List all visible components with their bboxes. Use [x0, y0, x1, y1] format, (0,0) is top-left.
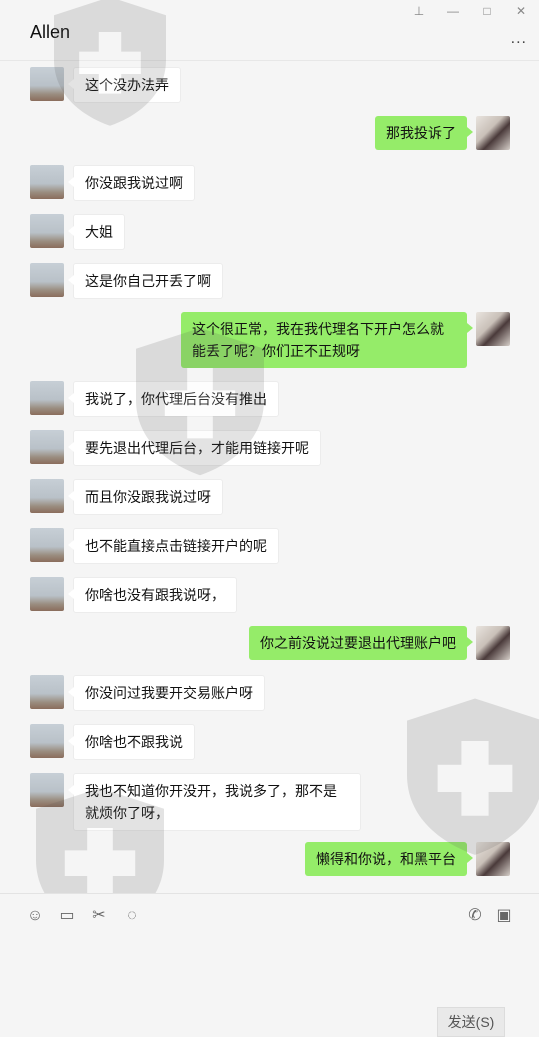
- avatar[interactable]: [30, 67, 64, 101]
- message-bubble[interactable]: 那我投诉了: [375, 116, 473, 150]
- avatar[interactable]: [30, 724, 64, 758]
- avatar[interactable]: [30, 479, 64, 513]
- message-incoming: 大姐: [30, 214, 125, 250]
- avatar[interactable]: [30, 214, 64, 248]
- message-bubble[interactable]: 也不能直接点击链接开户的呢: [68, 528, 279, 564]
- message-outgoing: 懒得和你说，和黑平台: [305, 842, 510, 876]
- message-bubble[interactable]: 你啥也没有跟我说呀，: [68, 577, 237, 613]
- avatar[interactable]: [30, 675, 64, 709]
- avatar[interactable]: [30, 528, 64, 562]
- more-button[interactable]: ...: [511, 30, 527, 48]
- avatar[interactable]: [30, 430, 64, 464]
- contact-name: Allen: [30, 22, 71, 42]
- message-bubble[interactable]: 这个很正常，我在我代理名下开户怎么就能丢了呢？你们正不正规呀: [181, 312, 473, 368]
- message-bubble[interactable]: 你没问过我要开交易账户呀: [68, 675, 265, 711]
- message-bubble[interactable]: 你之前没说过要退出代理账户吧: [249, 626, 473, 660]
- message-bubble[interactable]: 我也不知道你开没开，我说多了，那不是就烦你了呀，: [68, 773, 361, 831]
- message-incoming: 你啥也没有跟我说呀，: [30, 577, 237, 613]
- folder-icon[interactable]: ▭: [57, 906, 77, 926]
- message-incoming: 我说了，你代理后台没有推出: [30, 381, 279, 417]
- send-button[interactable]: 发送(S): [437, 1007, 505, 1037]
- message-outgoing: 那我投诉了: [375, 116, 510, 150]
- avatar[interactable]: [476, 842, 510, 876]
- avatar[interactable]: [30, 577, 64, 611]
- message-incoming: 要先退出代理后台，才能用链接开呢: [30, 430, 321, 466]
- message-bubble[interactable]: 大姐: [68, 214, 125, 250]
- title-bar: Allen ⊥ — □ ✕ ...: [0, 0, 539, 61]
- close-icon[interactable]: ✕: [513, 4, 529, 18]
- avatar[interactable]: [476, 626, 510, 660]
- emoji-icon[interactable]: ☺: [25, 906, 45, 926]
- minimize-icon[interactable]: —: [445, 4, 461, 18]
- message-bubble[interactable]: 这是你自己开丢了啊: [68, 263, 223, 299]
- message-outgoing: 你之前没说过要退出代理账户吧: [249, 626, 510, 660]
- avatar[interactable]: [476, 116, 510, 150]
- message-bubble[interactable]: 你啥也不跟我说: [68, 724, 195, 760]
- window-controls: ⊥ — □ ✕: [411, 4, 529, 18]
- message-bubble[interactable]: 这个没办法弄: [68, 67, 181, 103]
- scissors-icon[interactable]: ✂: [89, 906, 109, 926]
- phone-icon[interactable]: ✆: [465, 906, 485, 926]
- message-incoming: 我也不知道你开没开，我说多了，那不是就烦你了呀，: [30, 773, 361, 831]
- avatar[interactable]: [476, 312, 510, 346]
- message-incoming: 这是你自己开丢了啊: [30, 263, 223, 299]
- message-outgoing: 这个很正常，我在我代理名下开户怎么就能丢了呢？你们正不正规呀: [181, 312, 510, 368]
- chat-area[interactable]: 这个没办法弄 那我投诉了 你没跟我说过啊 大姐 这是你自己开丢了啊 这个很正常，…: [0, 61, 539, 893]
- avatar[interactable]: [30, 165, 64, 199]
- message-incoming: 也不能直接点击链接开户的呢: [30, 528, 279, 564]
- message-incoming: 而且你没跟我说过呀: [30, 479, 223, 515]
- avatar[interactable]: [30, 381, 64, 415]
- video-icon[interactable]: ▣: [494, 906, 514, 926]
- chat-icon[interactable]: ◌: [122, 906, 142, 926]
- message-bubble[interactable]: 我说了，你代理后台没有推出: [68, 381, 279, 417]
- pin-icon[interactable]: ⊥: [411, 4, 427, 18]
- message-bubble[interactable]: 懒得和你说，和黑平台: [305, 842, 473, 876]
- message-incoming: 你没问过我要开交易账户呀: [30, 675, 265, 711]
- avatar[interactable]: [30, 263, 64, 297]
- message-incoming: 你啥也不跟我说: [30, 724, 195, 760]
- maximize-icon[interactable]: □: [479, 4, 495, 18]
- message-bubble[interactable]: 你没跟我说过啊: [68, 165, 195, 201]
- message-incoming: 这个没办法弄: [30, 67, 181, 103]
- message-bubble[interactable]: 而且你没跟我说过呀: [68, 479, 223, 515]
- avatar[interactable]: [30, 773, 64, 807]
- message-bubble[interactable]: 要先退出代理后台，才能用链接开呢: [68, 430, 321, 466]
- message-incoming: 你没跟我说过啊: [30, 165, 195, 201]
